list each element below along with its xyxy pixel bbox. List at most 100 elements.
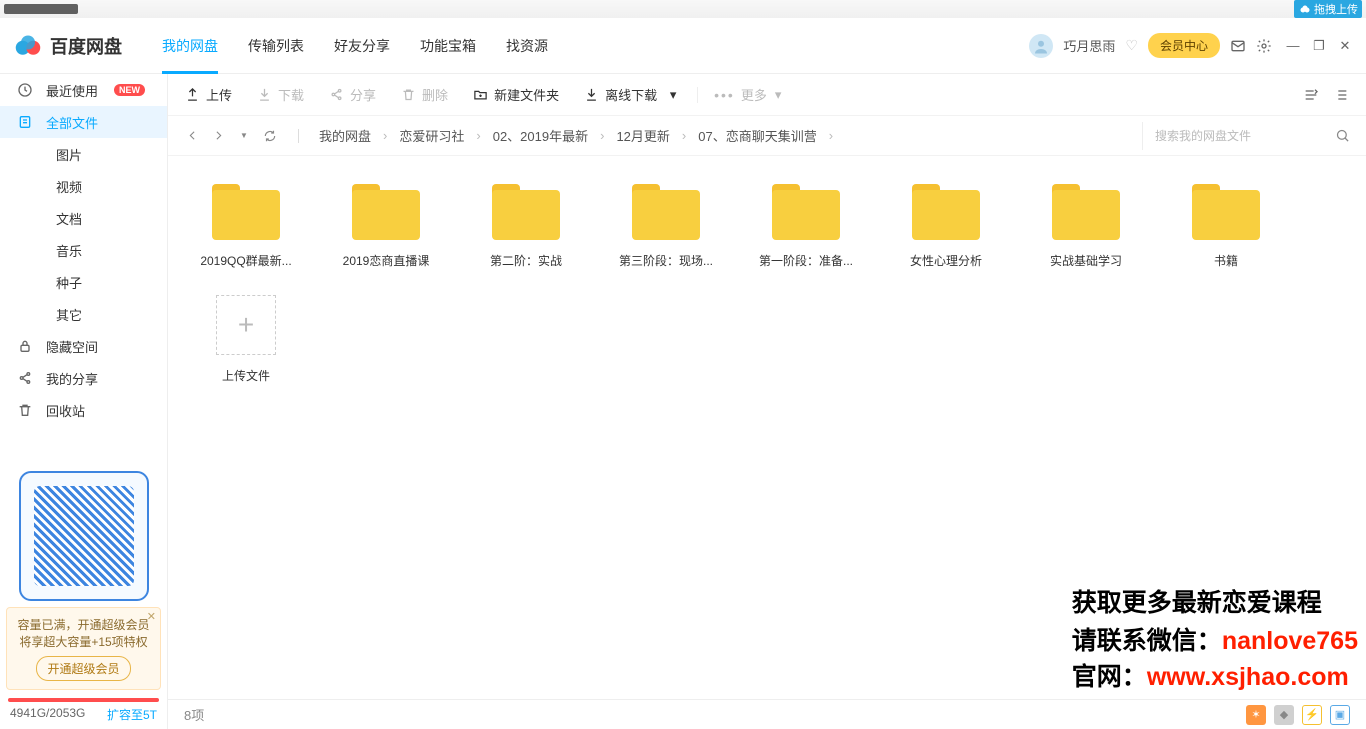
sidebar-item-label: 文档 [56, 209, 82, 228]
toolbar-separator [697, 87, 698, 103]
crumb-3[interactable]: 12月更新 [616, 126, 669, 145]
crumb-4[interactable]: 07、恋商聊天集训营 [698, 126, 816, 145]
folder-icon [492, 184, 560, 240]
status-icon-4[interactable]: ▣ [1330, 705, 1350, 725]
trash-icon [400, 87, 416, 103]
folder-item[interactable]: 第一阶段：准备... [738, 176, 874, 277]
promo-button[interactable]: 开通超级会员 [36, 656, 130, 681]
sidebar-item-label: 其它 [56, 305, 82, 324]
sidebar-item-videos[interactable]: 视频 [0, 170, 167, 202]
drag-upload-badge[interactable]: 拖拽上传 [1294, 0, 1362, 18]
heart-icon[interactable]: ♡ [1125, 37, 1138, 54]
promo-card: ✕ 容量已满，开通超级会员 将享超大容量+15项特权 开通超级会员 [6, 607, 161, 690]
nav-toolbox[interactable]: 功能宝箱 [420, 18, 476, 74]
search-icon[interactable] [1335, 128, 1350, 143]
folder-item[interactable]: 女性心理分析 [878, 176, 1014, 277]
username[interactable]: 巧月思雨 [1063, 36, 1115, 55]
folder-name: 女性心理分析 [882, 252, 1010, 269]
sort-icon[interactable] [1302, 86, 1320, 104]
nav-transfer[interactable]: 传输列表 [248, 18, 304, 74]
folder-item[interactable]: 第三阶段：现场... [598, 176, 734, 277]
crumb-2[interactable]: 02、2019年最新 [493, 126, 588, 145]
upload-tile[interactable]: + 上传文件 [178, 287, 314, 392]
main-nav: 我的网盘 传输列表 好友分享 功能宝箱 找资源 [162, 18, 548, 74]
sidebar-item-recent[interactable]: 最近使用 NEW [0, 74, 167, 106]
status-icon-3[interactable]: ⚡ [1302, 705, 1322, 725]
window-maximize[interactable]: ❐ [1312, 39, 1326, 53]
share-button[interactable]: 分享 [328, 85, 376, 104]
offline-icon [583, 87, 599, 103]
sidebar-item-seeds[interactable]: 种子 [0, 266, 167, 298]
sidebar-item-label: 图片 [56, 145, 82, 164]
new-badge: NEW [114, 84, 145, 96]
upload-label: 上传文件 [182, 367, 310, 384]
sidebar-item-my-share[interactable]: 我的分享 [0, 362, 167, 394]
sidebar-item-music[interactable]: 音乐 [0, 234, 167, 266]
promo-close-icon[interactable]: ✕ [147, 610, 156, 623]
sidebar-item-label: 最近使用 [46, 81, 98, 100]
delete-button[interactable]: 删除 [400, 85, 448, 104]
window-minimize[interactable]: — [1286, 39, 1300, 53]
sidebar-item-hidden[interactable]: 隐藏空间 [0, 330, 167, 362]
download-icon [256, 87, 272, 103]
user-avatar[interactable] [1029, 34, 1053, 58]
folder-item[interactable]: 实战基础学习 [1018, 176, 1154, 277]
more-button[interactable]: •••更多▾ [714, 85, 781, 104]
new-folder-button[interactable]: 新建文件夹 [472, 85, 559, 104]
qr-code[interactable] [19, 471, 149, 601]
folder-name: 书籍 [1162, 252, 1290, 269]
nav-friend-share[interactable]: 好友分享 [334, 18, 390, 74]
logo-icon [14, 32, 42, 60]
status-icon-2[interactable]: ◆ [1274, 705, 1294, 725]
status-icon-1[interactable]: ✶ [1246, 705, 1266, 725]
overlay-line1: 获取更多最新恋爱课程 [1072, 586, 1358, 621]
toolbar: 上传 下载 分享 删除 新建文件夹 离线下载▾ •••更多▾ [168, 74, 1366, 116]
crumb-1[interactable]: 恋爱研习社 [399, 126, 464, 145]
app-logo[interactable]: 百度网盘 [14, 32, 122, 60]
sidebar-item-images[interactable]: 图片 [0, 138, 167, 170]
promo-line2: 将享超大容量+15项特权 [13, 633, 154, 650]
sidebar-item-label: 全部文件 [46, 113, 98, 132]
window-close[interactable]: ✕ [1338, 39, 1352, 53]
expand-storage-link[interactable]: 扩容至5T [107, 706, 157, 723]
nav-my-disk[interactable]: 我的网盘 [162, 18, 218, 74]
gear-icon[interactable] [1256, 38, 1272, 54]
vip-button[interactable]: 会员中心 [1148, 33, 1220, 58]
sidebar-item-all-files[interactable]: 全部文件 [0, 106, 167, 138]
nav-find[interactable]: 找资源 [506, 18, 548, 74]
upload-button[interactable]: 上传 [184, 85, 232, 104]
folder-item[interactable]: 2019QQ群最新... [178, 176, 314, 277]
mail-icon[interactable] [1230, 38, 1246, 54]
storage-bar [8, 698, 159, 702]
trash-icon [16, 401, 34, 419]
sidebar-item-trash[interactable]: 回收站 [0, 394, 167, 426]
overlay-line3a: 官网： [1072, 663, 1147, 691]
folder-icon [1192, 184, 1260, 240]
search-input[interactable] [1155, 129, 1325, 143]
share-icon [16, 369, 34, 387]
window-titlebar: 拖拽上传 [0, 0, 1366, 18]
download-button[interactable]: 下载 [256, 85, 304, 104]
folder-item[interactable]: 第二阶：实战 [458, 176, 594, 277]
offline-download-button[interactable]: 离线下载▾ [583, 85, 681, 104]
sidebar-item-docs[interactable]: 文档 [0, 202, 167, 234]
nav-dropdown-icon[interactable]: ▼ [236, 128, 252, 144]
nav-refresh-icon[interactable] [262, 128, 278, 144]
sidebar-item-label: 视频 [56, 177, 82, 196]
plus-icon: + [216, 295, 276, 355]
list-view-icon[interactable] [1332, 86, 1350, 104]
files-icon [16, 113, 34, 131]
sidebar-item-label: 我的分享 [46, 369, 98, 388]
folder-item[interactable]: 2019恋商直播课 [318, 176, 454, 277]
folder-item[interactable]: 书籍 [1158, 176, 1294, 277]
sidebar-item-other[interactable]: 其它 [0, 298, 167, 330]
sidebar-item-label: 回收站 [46, 401, 85, 420]
titlebar-handle [4, 4, 78, 14]
crumb-0[interactable]: 我的网盘 [319, 126, 371, 145]
nav-back-icon[interactable] [184, 128, 200, 144]
app-header: 百度网盘 我的网盘 传输列表 好友分享 功能宝箱 找资源 巧月思雨 ♡ 会员中心… [0, 18, 1366, 74]
nav-forward-icon[interactable] [210, 128, 226, 144]
lock-icon [16, 337, 34, 355]
overlay-line2a: 请联系微信： [1072, 627, 1222, 655]
sidebar-item-label: 隐藏空间 [46, 337, 98, 356]
